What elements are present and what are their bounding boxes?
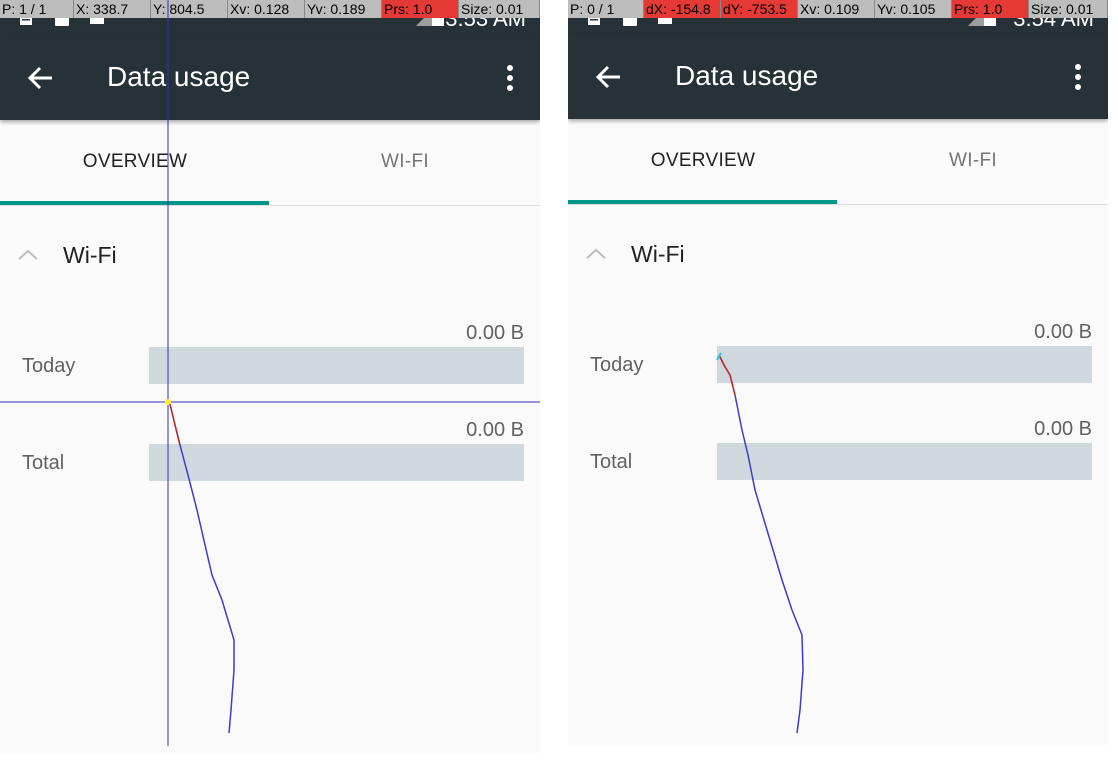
pointer-overlay: P: 0 / 1 dX: -154.8 dY: -753.5 Xv: 0.109… <box>568 0 1108 18</box>
overlay-y: Y: 804.5 <box>151 0 228 18</box>
overlay-dy: dY: -753.5 <box>721 0 798 18</box>
total-value: 0.00 B <box>1034 418 1092 440</box>
tab-overview[interactable]: OVERVIEW <box>0 120 270 204</box>
screen-right: 3:54 AM P: 0 / 1 dX: -154.8 dY: -753.5 X… <box>568 0 1108 745</box>
today-value: 0.00 B <box>466 322 524 344</box>
wifi-section-header[interactable]: Wi-Fi <box>568 237 1108 277</box>
today-label: Today <box>22 355 76 377</box>
more-vert-icon[interactable] <box>506 64 514 92</box>
overlay-x: X: 338.7 <box>74 0 151 18</box>
chevron-up-icon <box>586 248 606 259</box>
pointer-overlay: P: 1 / 1 X: 338.7 Y: 804.5 Xv: 0.128 Yv:… <box>0 0 540 18</box>
more-vert-icon[interactable] <box>1074 63 1082 91</box>
page-title: Data usage <box>107 61 251 92</box>
overlay-xv: Xv: 0.128 <box>228 0 305 18</box>
screen-left: 3:53 AM P: 1 / 1 X: 338.7 Y: 804.5 Xv: 0… <box>0 0 540 753</box>
today-value: 0.00 B <box>1034 321 1092 343</box>
toolbar: Data usage <box>568 35 1108 119</box>
overlay-pointer: P: 1 / 1 <box>0 0 74 18</box>
overlay-prs: Prs: 1.0 <box>382 0 459 18</box>
overlay-yv: Yv: 0.105 <box>875 0 952 18</box>
chevron-up-icon <box>18 249 38 260</box>
overlay-size: Size: 0.01 <box>459 0 540 18</box>
gesture-path-start <box>169 403 181 446</box>
overlay-pointer: P: 0 / 1 <box>568 0 644 18</box>
tab-wifi[interactable]: WI-FI <box>270 120 540 204</box>
back-arrow-icon[interactable] <box>594 63 622 91</box>
tab-bar: OVERVIEW WI-FI <box>568 119 1108 205</box>
overlay-xv: Xv: 0.109 <box>798 0 875 18</box>
tabs-divider <box>568 204 1108 205</box>
toolbar: Data usage <box>0 36 540 120</box>
tabs-divider <box>0 205 540 206</box>
tab-overview[interactable]: OVERVIEW <box>568 119 838 203</box>
total-label: Total <box>590 451 633 473</box>
overlay-yv: Yv: 0.189 <box>305 0 382 18</box>
total-value: 0.00 B <box>466 419 524 441</box>
total-usage-bar <box>149 444 524 481</box>
today-usage-bar <box>149 347 524 384</box>
today-usage-bar <box>717 346 1092 383</box>
touch-point <box>165 399 171 405</box>
section-title: Wi-Fi <box>63 242 117 268</box>
section-title: Wi-Fi <box>631 241 685 267</box>
gesture-path <box>718 354 804 734</box>
overlay-size: Size: 0.01 <box>1029 0 1108 18</box>
total-label: Total <box>22 452 65 474</box>
today-label: Today <box>590 354 644 376</box>
tab-bar: OVERVIEW WI-FI <box>0 120 540 206</box>
overlay-dx: dX: -154.8 <box>644 0 721 18</box>
total-usage-bar <box>717 443 1092 480</box>
back-arrow-icon[interactable] <box>26 64 54 92</box>
wifi-section-header[interactable]: Wi-Fi <box>0 238 540 278</box>
tab-wifi[interactable]: WI-FI <box>838 119 1108 203</box>
page-title: Data usage <box>675 60 819 91</box>
overlay-prs: Prs: 1.0 <box>952 0 1029 18</box>
